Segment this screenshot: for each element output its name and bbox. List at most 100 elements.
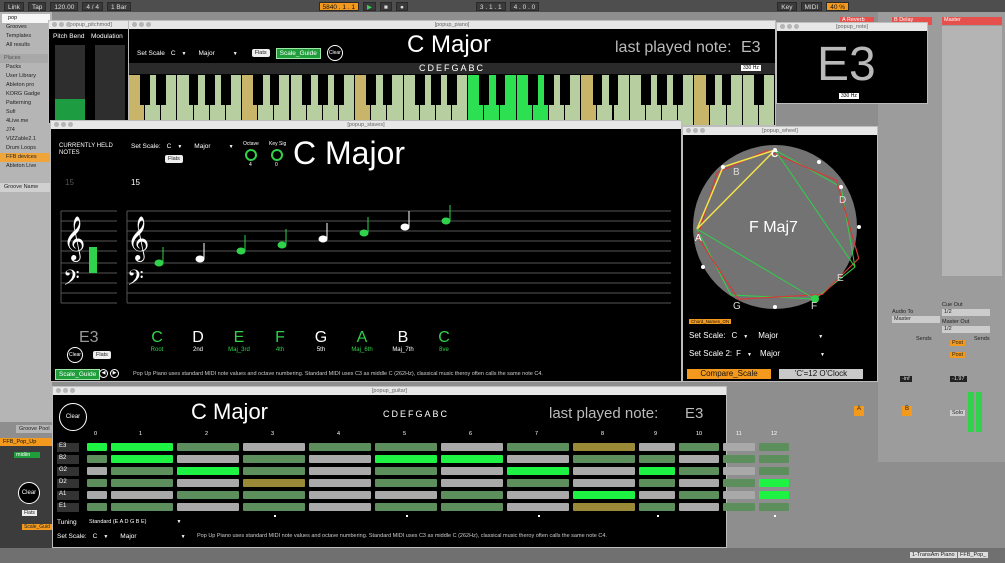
post-button[interactable]: Post xyxy=(950,340,966,346)
fret-cell[interactable] xyxy=(375,503,437,511)
piano-black-key[interactable] xyxy=(366,75,377,105)
places-item[interactable]: Sufi xyxy=(0,108,52,117)
fret-cell[interactable] xyxy=(441,479,503,487)
groove-pool-label[interactable]: Groove Pool xyxy=(16,425,53,433)
fret-cell[interactable] xyxy=(87,503,107,511)
fret-cell[interactable] xyxy=(507,467,569,475)
fret-cell[interactable] xyxy=(111,479,173,487)
browser-item[interactable]: Templates xyxy=(0,32,52,41)
guitar-key-select[interactable]: C ▼ xyxy=(93,533,109,540)
device-guide-button[interactable]: Scale_Guid xyxy=(22,524,52,530)
fret-cell[interactable] xyxy=(723,503,755,511)
fret-cell[interactable] xyxy=(759,455,789,463)
fret-cell[interactable] xyxy=(441,503,503,511)
fret-cell[interactable] xyxy=(639,443,675,451)
post-button-2[interactable]: Post xyxy=(950,352,966,358)
fret-cell[interactable] xyxy=(679,491,719,499)
browser-item[interactable]: All results xyxy=(0,41,52,50)
tempo-field[interactable]: 120.00 xyxy=(50,1,79,11)
loop-start[interactable]: 3 . 1 . 1 xyxy=(475,1,506,11)
fret-cell[interactable] xyxy=(679,467,719,475)
piano-black-key[interactable] xyxy=(447,75,457,105)
fret-cell[interactable] xyxy=(111,503,173,511)
fret-cell[interactable] xyxy=(507,503,569,511)
piano-black-key[interactable] xyxy=(495,75,506,105)
places-item[interactable]: Patterning xyxy=(0,99,52,108)
fret-cell[interactable] xyxy=(507,443,569,451)
fret-cell[interactable] xyxy=(243,491,305,499)
fret-cell[interactable] xyxy=(177,443,239,451)
fret-cell[interactable] xyxy=(441,443,503,451)
piano-black-key[interactable] xyxy=(608,75,619,105)
piano-black-key[interactable] xyxy=(269,75,280,105)
fret-cell[interactable] xyxy=(723,479,755,487)
master-header[interactable]: Master xyxy=(942,17,1002,25)
chord-names-toggle[interactable]: Chord_Names_ON xyxy=(689,319,732,324)
piano-black-key[interactable] xyxy=(673,75,683,105)
piano-black-key[interactable] xyxy=(721,75,732,105)
places-item[interactable]: Ableton pro xyxy=(0,81,52,90)
piano-black-key[interactable] xyxy=(527,75,538,105)
fret-cell[interactable] xyxy=(573,503,635,511)
fret-cell[interactable] xyxy=(243,455,305,463)
places-item[interactable]: FFB devices xyxy=(0,153,52,162)
piano-black-key[interactable] xyxy=(479,75,490,105)
bottom-track-label[interactable]: 1-TransAm Piano xyxy=(910,552,957,558)
fret-cell[interactable] xyxy=(111,491,173,499)
fret-cell[interactable] xyxy=(441,467,503,475)
fret-cell[interactable] xyxy=(573,467,635,475)
fret-cell[interactable] xyxy=(679,479,719,487)
fret-cell[interactable] xyxy=(759,443,789,451)
fret-cell[interactable] xyxy=(309,479,371,487)
link-button[interactable]: Link xyxy=(4,1,24,11)
quantize-select[interactable]: 1 Bar xyxy=(106,1,131,11)
fret-cell[interactable] xyxy=(111,443,173,451)
key-map-button[interactable]: Key xyxy=(777,1,797,11)
fret-cell[interactable] xyxy=(723,455,755,463)
wheel-note-label[interactable]: D xyxy=(839,195,846,206)
piano-black-key[interactable] xyxy=(221,75,231,105)
fret-cell[interactable] xyxy=(375,443,437,451)
fret-cell[interactable] xyxy=(573,455,635,463)
time-signature[interactable]: 4 / 4 xyxy=(82,1,103,11)
fret-cell[interactable] xyxy=(759,503,789,511)
tap-button[interactable]: Tap xyxy=(27,1,47,11)
fret-cell[interactable] xyxy=(507,491,569,499)
fret-cell[interactable] xyxy=(87,479,107,487)
fret-cell[interactable] xyxy=(309,491,371,499)
fret-cell[interactable] xyxy=(87,491,107,499)
fret-cell[interactable] xyxy=(177,467,239,475)
fret-cell[interactable] xyxy=(309,455,371,463)
piano-black-key[interactable] xyxy=(544,75,554,105)
piano-black-key[interactable] xyxy=(253,75,264,105)
places-item[interactable]: 4Live.me xyxy=(0,117,52,126)
piano-black-key[interactable] xyxy=(414,75,425,105)
piano-black-key[interactable] xyxy=(334,75,344,105)
piano-clear-button[interactable]: Clear xyxy=(326,45,343,61)
arrangement-position[interactable]: 5840 . 1 . 1 xyxy=(318,1,360,11)
fret-cell[interactable] xyxy=(679,503,719,511)
wheel-mode2-select[interactable]: Major ▼ xyxy=(760,349,825,358)
fret-cell[interactable] xyxy=(573,443,635,451)
piano-key-select[interactable]: C ▼ xyxy=(171,50,187,57)
fret-cell[interactable] xyxy=(309,443,371,451)
next-icon[interactable]: ▶ xyxy=(110,369,119,378)
staves-key-select[interactable]: C ▼ xyxy=(167,143,183,150)
string-label[interactable]: E3 xyxy=(57,443,79,452)
fret-cell[interactable] xyxy=(177,455,239,463)
piano-black-key[interactable] xyxy=(382,75,393,105)
string-label[interactable]: A1 xyxy=(57,491,79,500)
fret-cell[interactable] xyxy=(639,455,675,463)
piano-black-key[interactable] xyxy=(156,75,167,105)
places-item[interactable]: Ableton Live xyxy=(0,162,52,171)
volume-display[interactable]: -inf xyxy=(900,376,912,382)
device-flats-button[interactable]: Flats xyxy=(22,510,37,516)
places-item[interactable]: J74 xyxy=(0,126,52,135)
places-item[interactable]: Packs xyxy=(0,63,52,72)
fret-cell[interactable] xyxy=(723,491,755,499)
fret-cell[interactable] xyxy=(177,503,239,511)
fret-cell[interactable] xyxy=(375,491,437,499)
wheel-note-label[interactable]: B xyxy=(733,167,740,178)
staves-clear-button[interactable]: Clear xyxy=(67,347,83,363)
browser-search[interactable]: pop xyxy=(2,14,50,23)
